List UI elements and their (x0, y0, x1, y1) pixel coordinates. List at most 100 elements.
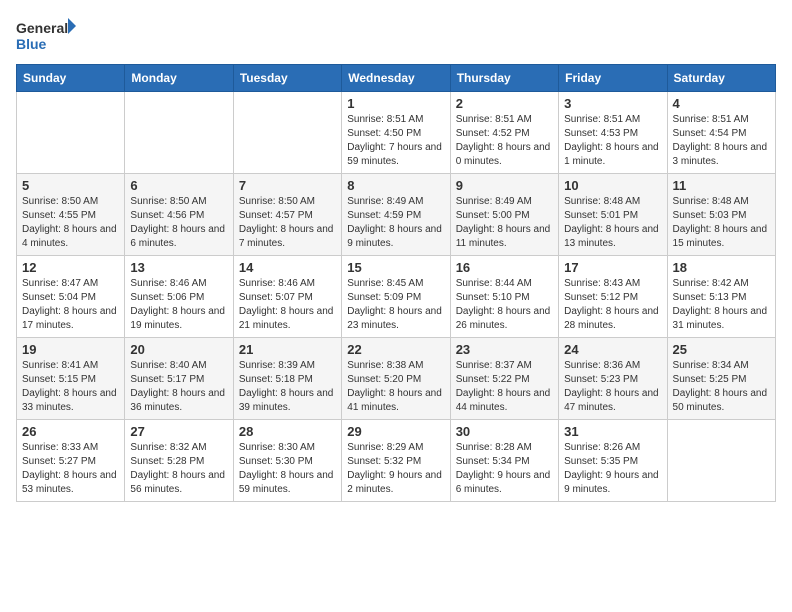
calendar-cell: 20Sunrise: 8:40 AM Sunset: 5:17 PM Dayli… (125, 338, 233, 420)
calendar-cell: 24Sunrise: 8:36 AM Sunset: 5:23 PM Dayli… (559, 338, 667, 420)
day-detail: Sunrise: 8:49 AM Sunset: 5:00 PM Dayligh… (456, 195, 553, 251)
logo-svg: General Blue (16, 16, 76, 56)
svg-text:General: General (16, 20, 68, 36)
calendar-week-2: 12Sunrise: 8:47 AM Sunset: 5:04 PM Dayli… (17, 256, 776, 338)
calendar-cell: 17Sunrise: 8:43 AM Sunset: 5:12 PM Dayli… (559, 256, 667, 338)
calendar-body: 1Sunrise: 8:51 AM Sunset: 4:50 PM Daylig… (17, 92, 776, 502)
calendar-cell: 10 Sunrise: 8:48 AM Sunset: 5:01 PM Dayli… (559, 174, 667, 256)
day-detail: Sunrise: 8:51 AM Sunset: 4:53 PM Dayligh… (564, 113, 661, 169)
day-detail: Sunrise: 8:26 AM Sunset: 5:35 PM Dayligh… (564, 441, 661, 497)
day-number: 11 (673, 178, 770, 193)
day-number: 31 (564, 424, 661, 439)
day-number: 14 (239, 260, 336, 275)
calendar-cell: 12Sunrise: 8:47 AM Sunset: 5:04 PM Dayli… (17, 256, 125, 338)
day-number: 4 (673, 96, 770, 111)
calendar-cell: 28Sunrise: 8:30 AM Sunset: 5:30 PM Dayli… (233, 420, 341, 502)
day-detail: Sunrise: 8:46 AM Sunset: 5:06 PM Dayligh… (130, 277, 227, 333)
day-number: 20 (130, 342, 227, 357)
day-number: 26 (22, 424, 119, 439)
day-detail: Sunrise: 8:33 AM Sunset: 5:27 PM Dayligh… (22, 441, 119, 497)
day-detail: Sunrise: 8:34 AM Sunset: 5:25 PM Dayligh… (673, 359, 770, 415)
calendar-cell: 29 Sunrise: 8:29 AM Sunset: 5:32 PM Dayli… (342, 420, 450, 502)
day-detail: Sunrise: 8:44 AM Sunset: 5:10 PM Dayligh… (456, 277, 553, 333)
calendar-cell: 4 Sunrise: 8:51 AM Sunset: 4:54 PM Daylig… (667, 92, 775, 174)
calendar-cell: 18 Sunrise: 8:42 AM Sunset: 5:13 PM Dayli… (667, 256, 775, 338)
logo: General Blue (16, 16, 76, 56)
day-number: 22 (347, 342, 444, 357)
day-number: 25 (673, 342, 770, 357)
day-detail: Sunrise: 8:48 AM Sunset: 5:01 PM Dayligh… (564, 195, 661, 251)
calendar-table: SundayMondayTuesdayWednesdayThursdayFrid… (16, 64, 776, 502)
calendar-cell: 14 Sunrise: 8:46 AM Sunset: 5:07 PM Dayli… (233, 256, 341, 338)
calendar-cell: 30Sunrise: 8:28 AM Sunset: 5:34 PM Dayli… (450, 420, 558, 502)
day-number: 13 (130, 260, 227, 275)
calendar-week-4: 26 Sunrise: 8:33 AM Sunset: 5:27 PM Dayli… (17, 420, 776, 502)
day-number: 17 (564, 260, 661, 275)
weekday-header-row: SundayMondayTuesdayWednesdayThursdayFrid… (17, 65, 776, 92)
calendar-cell (667, 420, 775, 502)
day-number: 2 (456, 96, 553, 111)
weekday-header-thursday: Thursday (450, 65, 558, 92)
day-number: 19 (22, 342, 119, 357)
day-detail: Sunrise: 8:37 AM Sunset: 5:22 PM Dayligh… (456, 359, 553, 415)
weekday-header-monday: Monday (125, 65, 233, 92)
day-number: 24 (564, 342, 661, 357)
calendar-cell: 6 Sunrise: 8:50 AM Sunset: 4:56 PM Daylig… (125, 174, 233, 256)
day-number: 29 (347, 424, 444, 439)
day-number: 7 (239, 178, 336, 193)
day-number: 30 (456, 424, 553, 439)
day-detail: Sunrise: 8:51 AM Sunset: 4:52 PM Dayligh… (456, 113, 553, 169)
day-number: 27 (130, 424, 227, 439)
day-number: 15 (347, 260, 444, 275)
calendar-cell (125, 92, 233, 174)
calendar-cell: 23 Sunrise: 8:37 AM Sunset: 5:22 PM Dayli… (450, 338, 558, 420)
day-detail: Sunrise: 8:45 AM Sunset: 5:09 PM Dayligh… (347, 277, 444, 333)
day-number: 21 (239, 342, 336, 357)
day-detail: Sunrise: 8:39 AM Sunset: 5:18 PM Dayligh… (239, 359, 336, 415)
weekday-header-tuesday: Tuesday (233, 65, 341, 92)
day-number: 6 (130, 178, 227, 193)
day-detail: Sunrise: 8:42 AM Sunset: 5:13 PM Dayligh… (673, 277, 770, 333)
day-detail: Sunrise: 8:50 AM Sunset: 4:56 PM Dayligh… (130, 195, 227, 251)
day-detail: Sunrise: 8:51 AM Sunset: 4:54 PM Dayligh… (673, 113, 770, 169)
calendar-cell (17, 92, 125, 174)
day-number: 8 (347, 178, 444, 193)
day-detail: Sunrise: 8:29 AM Sunset: 5:32 PM Dayligh… (347, 441, 444, 497)
calendar-week-3: 19Sunrise: 8:41 AM Sunset: 5:15 PM Dayli… (17, 338, 776, 420)
day-number: 5 (22, 178, 119, 193)
calendar-cell: 26 Sunrise: 8:33 AM Sunset: 5:27 PM Dayli… (17, 420, 125, 502)
calendar-week-1: 5 Sunrise: 8:50 AM Sunset: 4:55 PM Daylig… (17, 174, 776, 256)
header: General Blue (16, 16, 776, 56)
calendar-cell: 1Sunrise: 8:51 AM Sunset: 4:50 PM Daylig… (342, 92, 450, 174)
day-number: 16 (456, 260, 553, 275)
calendar-cell: 13 Sunrise: 8:46 AM Sunset: 5:06 PM Dayli… (125, 256, 233, 338)
calendar-cell: 31 Sunrise: 8:26 AM Sunset: 5:35 PM Dayli… (559, 420, 667, 502)
calendar-cell: 11 Sunrise: 8:48 AM Sunset: 5:03 PM Dayli… (667, 174, 775, 256)
day-number: 18 (673, 260, 770, 275)
calendar-cell: 21 Sunrise: 8:39 AM Sunset: 5:18 PM Dayli… (233, 338, 341, 420)
day-number: 3 (564, 96, 661, 111)
calendar-cell (233, 92, 341, 174)
day-number: 10 (564, 178, 661, 193)
day-detail: Sunrise: 8:48 AM Sunset: 5:03 PM Dayligh… (673, 195, 770, 251)
day-detail: Sunrise: 8:50 AM Sunset: 4:55 PM Dayligh… (22, 195, 119, 251)
calendar-cell: 19Sunrise: 8:41 AM Sunset: 5:15 PM Dayli… (17, 338, 125, 420)
calendar-cell: 27 Sunrise: 8:32 AM Sunset: 5:28 PM Dayli… (125, 420, 233, 502)
day-number: 1 (347, 96, 444, 111)
day-detail: Sunrise: 8:46 AM Sunset: 5:07 PM Dayligh… (239, 277, 336, 333)
calendar-cell: 25 Sunrise: 8:34 AM Sunset: 5:25 PM Dayli… (667, 338, 775, 420)
calendar-cell: 9 Sunrise: 8:49 AM Sunset: 5:00 PM Daylig… (450, 174, 558, 256)
day-detail: Sunrise: 8:32 AM Sunset: 5:28 PM Dayligh… (130, 441, 227, 497)
day-detail: Sunrise: 8:50 AM Sunset: 4:57 PM Dayligh… (239, 195, 336, 251)
day-number: 9 (456, 178, 553, 193)
calendar-cell: 7 Sunrise: 8:50 AM Sunset: 4:57 PM Daylig… (233, 174, 341, 256)
day-number: 12 (22, 260, 119, 275)
calendar-cell: 8 Sunrise: 8:49 AM Sunset: 4:59 PM Daylig… (342, 174, 450, 256)
calendar-cell: 15 Sunrise: 8:45 AM Sunset: 5:09 PM Dayli… (342, 256, 450, 338)
day-detail: Sunrise: 8:38 AM Sunset: 5:20 PM Dayligh… (347, 359, 444, 415)
calendar-header: SundayMondayTuesdayWednesdayThursdayFrid… (17, 65, 776, 92)
day-number: 23 (456, 342, 553, 357)
day-detail: Sunrise: 8:49 AM Sunset: 4:59 PM Dayligh… (347, 195, 444, 251)
weekday-header-friday: Friday (559, 65, 667, 92)
weekday-header-saturday: Saturday (667, 65, 775, 92)
